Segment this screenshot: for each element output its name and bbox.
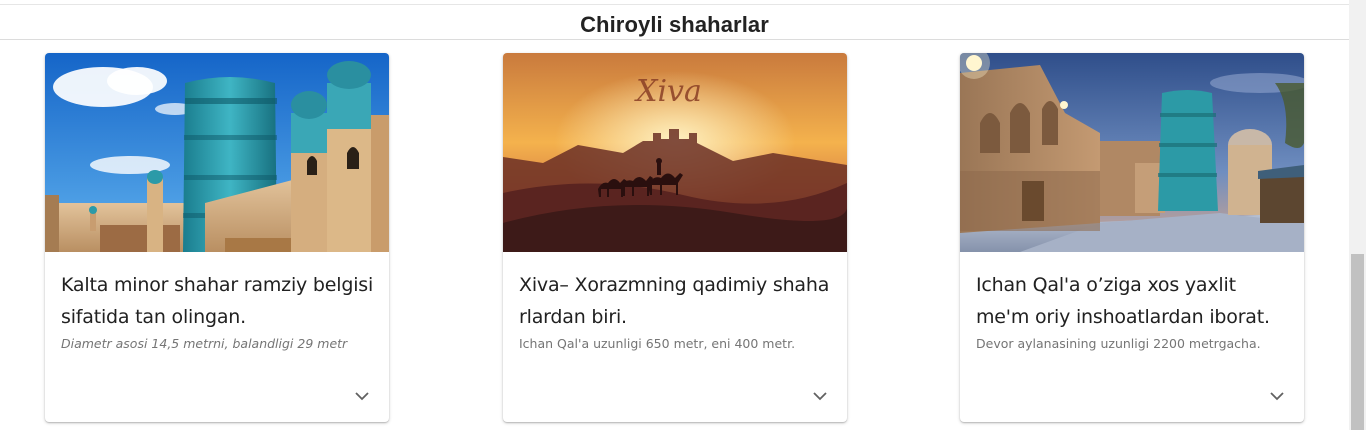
xiva-desert-illustration-icon: Xiva [503,53,847,252]
scrollbar-thumb[interactable] [1351,254,1364,430]
chevron-down-icon [813,391,827,400]
expand-button[interactable] [351,385,373,407]
city-card-kalta-minor[interactable]: Kalta minor shahar ramziy belgisi sifati… [45,53,389,422]
page-title: Chiroyli shaharlar [580,12,769,37]
city-card-ichan-qala[interactable]: Ichan Qal'a o’ziga xos yaxlit me'm oriy … [960,53,1304,422]
card-image-ichan-qala [960,53,1304,252]
chevron-down-icon [1270,391,1284,400]
page: Chiroyli shaharlar Kalta minor shahar ra… [0,0,1366,430]
svg-text:Xiva: Xiva [634,74,702,109]
card-image-xiva: Xiva [503,53,847,252]
expand-button[interactable] [1266,385,1288,407]
card-image-kalta-minor [45,53,389,252]
card-title: Kalta minor shahar ramziy belgisi sifati… [61,274,374,328]
expand-button[interactable] [809,385,831,407]
card-title: Xiva– Xorazmning qadimiy shaha rlardan b… [519,274,830,328]
card-subtitle: Diametr asosi 14,5 metrni, balandligi 29… [61,336,348,351]
card-subtitle: Ichan Qal'a uzunligi 650 metr, eni 400 m… [519,336,796,351]
section-header: Chiroyli shaharlar [0,4,1349,40]
chevron-down-icon [355,391,369,400]
city-card-xiva[interactable]: Xiva Xiva– Xorazmning qadimiy shaha rlar… [503,53,847,422]
card-title: Ichan Qal'a o’ziga xos yaxlit me'm oriy … [976,274,1270,328]
ichan-qala-street-photo-icon [960,53,1304,252]
card-subtitle: Devor aylanasining uzunligi 2200 metrgac… [976,336,1261,351]
kalta-minor-photo-icon [45,53,389,252]
